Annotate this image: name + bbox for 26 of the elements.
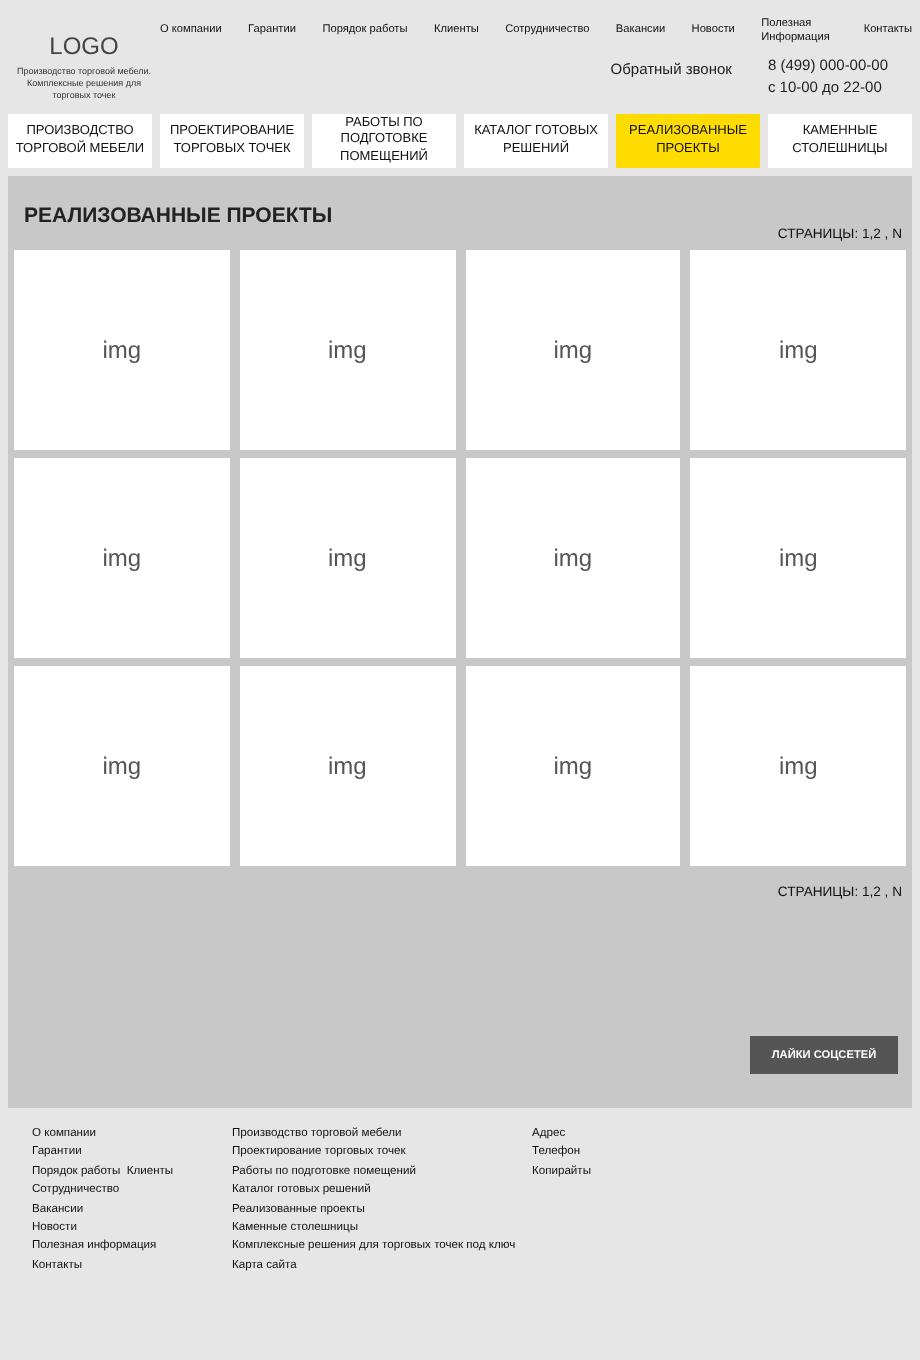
project-card[interactable]: img	[14, 250, 230, 450]
project-card[interactable]: img	[690, 666, 906, 866]
image-placeholder: img	[778, 544, 818, 572]
image-placeholder: img	[778, 336, 818, 364]
project-card[interactable]: img	[239, 666, 455, 866]
image-placeholder: img	[553, 336, 593, 364]
image-placeholder: img	[102, 544, 142, 572]
project-card[interactable]: img	[465, 458, 681, 658]
section-title: РЕАЛИЗОВАННЫЕ ПРОЕКТЫ	[24, 204, 335, 228]
image-placeholder: img	[778, 752, 818, 780]
image-placeholder: img	[327, 336, 367, 364]
project-card[interactable]: img	[690, 250, 906, 450]
project-card[interactable]: img	[239, 250, 455, 450]
project-card[interactable]: img	[14, 666, 230, 866]
project-card[interactable]: img	[465, 250, 681, 450]
image-placeholder: img	[102, 336, 142, 364]
project-card[interactable]: img	[14, 458, 230, 658]
logo[interactable]: LOGO	[49, 32, 119, 60]
image-placeholder: img	[553, 544, 593, 572]
image-placeholder: img	[327, 544, 367, 572]
image-placeholder: img	[102, 752, 142, 780]
image-placeholder: img	[327, 752, 367, 780]
image-placeholder: img	[553, 752, 593, 780]
project-card[interactable]: img	[690, 458, 906, 658]
project-card[interactable]: img	[465, 666, 681, 866]
project-card[interactable]: img	[239, 458, 455, 658]
